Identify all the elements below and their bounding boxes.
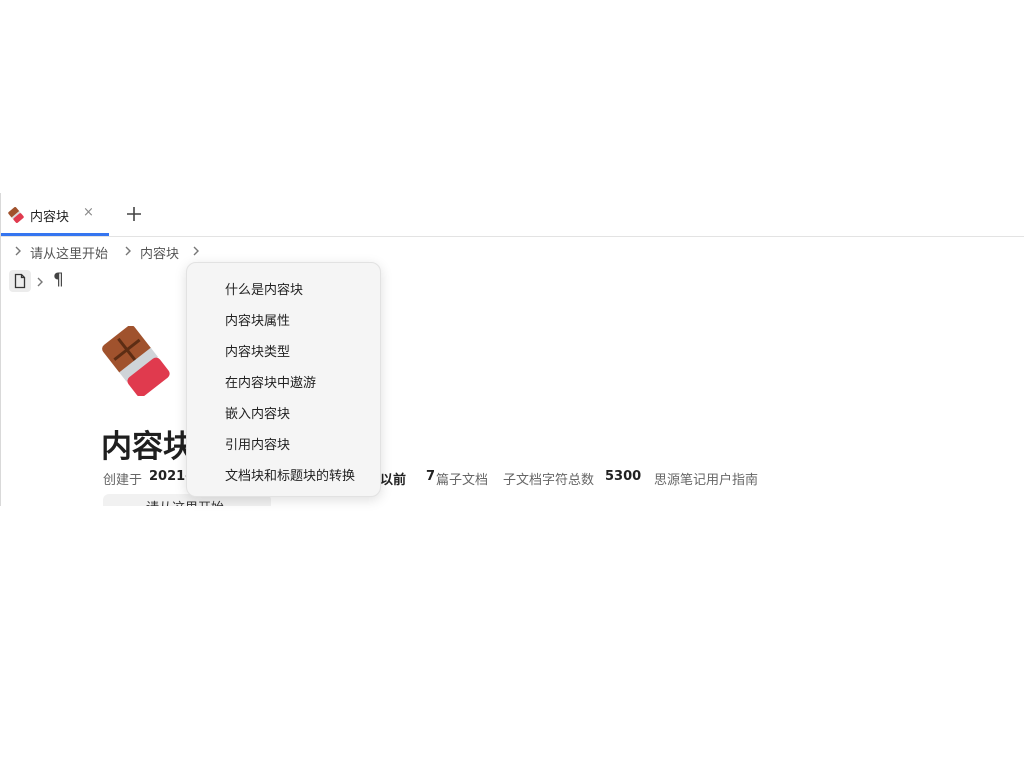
chevron-right-icon[interactable] — [190, 244, 202, 258]
created-value: 2021- — [149, 469, 191, 484]
chevron-right-icon — [37, 277, 43, 287]
paragraph-block-button[interactable]: ¶ — [53, 270, 64, 290]
chocolate-bar-icon — [8, 207, 24, 223]
subdoc-label: 篇子文档 — [436, 473, 489, 488]
file-icon — [14, 273, 26, 289]
char-count-label: 子文档字符总数 — [503, 473, 595, 488]
menu-item-navigate-blocks[interactable]: 在内容块中遨游 — [187, 365, 380, 396]
document-title[interactable]: 内容块 — [101, 421, 194, 466]
char-count-value: 5300 — [605, 469, 642, 484]
backlink-label: 请从这里开始 — [146, 497, 224, 506]
menu-item-reference-block[interactable]: 引用内容块 — [187, 427, 380, 458]
doc-block-button[interactable] — [9, 270, 31, 292]
breadcrumb-item-content-block[interactable]: 内容块 — [140, 243, 179, 262]
breadcrumb-children-menu: 什么是内容块 内容块属性 内容块类型 在内容块中遨游 嵌入内容块 引用内容块 文… — [186, 262, 381, 497]
siyuan-window: 内容块 × 请从这里开始 内容块 ¶ 内容块 创建于 2021- 年以前 7 篇… — [0, 193, 1024, 506]
breadcrumb-item-start[interactable]: 请从这里开始 — [30, 243, 108, 262]
menu-item-doc-heading-convert[interactable]: 文档块和标题块的转换 — [187, 458, 380, 489]
notebook-name[interactable]: 思源笔记用户指南 — [654, 469, 758, 488]
created-prefix: 创建于 — [103, 473, 143, 488]
tab-bar: 内容块 × — [1, 193, 1024, 237]
menu-item-block-attributes[interactable]: 内容块属性 — [187, 303, 380, 334]
menu-item-embed-block[interactable]: 嵌入内容块 — [187, 396, 380, 427]
chevron-right-icon — [125, 246, 131, 256]
tab-label: 内容块 — [30, 210, 70, 225]
menu-item-block-types[interactable]: 内容块类型 — [187, 334, 380, 365]
tab-content-block[interactable]: 内容块 × — [1, 193, 109, 236]
subdoc-count: 7 — [426, 469, 436, 484]
tab-close-button[interactable]: × — [83, 205, 94, 220]
plus-icon[interactable] — [125, 205, 143, 223]
chevron-right-icon — [15, 246, 21, 256]
chocolate-bar-icon[interactable] — [102, 326, 172, 396]
menu-item-what-is-block[interactable]: 什么是内容块 — [187, 272, 380, 303]
